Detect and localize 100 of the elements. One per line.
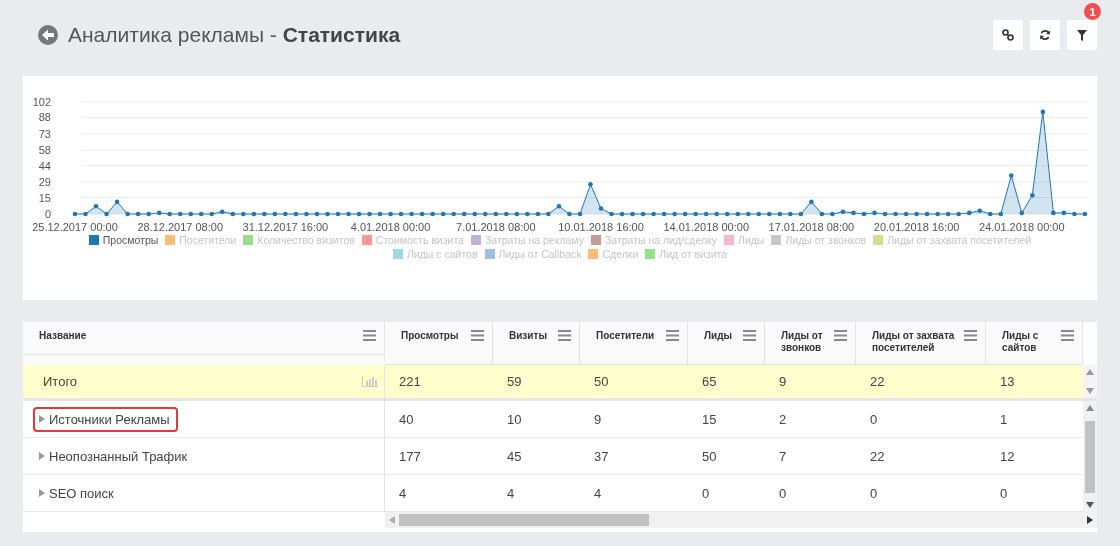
y-tick-label: 44 xyxy=(38,159,51,172)
row-name[interactable]: SEO поиск xyxy=(33,480,122,506)
data-point xyxy=(156,210,162,216)
data-point xyxy=(882,211,888,217)
data-point xyxy=(1061,210,1067,216)
data-point xyxy=(377,211,383,217)
row-name[interactable]: Неопознанный Трафик xyxy=(33,443,196,469)
menu-icon[interactable] xyxy=(834,330,847,341)
data-point xyxy=(924,211,930,217)
data-point xyxy=(956,211,961,217)
filter-icon xyxy=(1077,29,1087,41)
header-cell[interactable]: Лиды xyxy=(688,322,765,365)
scrollbar-thumb[interactable] xyxy=(1085,420,1095,493)
scroll-up-icon[interactable] xyxy=(1086,369,1094,375)
menu-icon[interactable] xyxy=(964,330,977,341)
data-point xyxy=(314,211,320,217)
data-point xyxy=(514,211,520,217)
data-point xyxy=(304,211,309,217)
menu-icon[interactable] xyxy=(743,330,756,341)
menu-icon[interactable] xyxy=(666,330,679,341)
header-cell[interactable]: Лиды с сайтов xyxy=(986,322,1083,365)
data-point xyxy=(1051,210,1056,216)
header-cell[interactable]: Лиды от захвата посетителей xyxy=(856,322,986,365)
expand-icon[interactable] xyxy=(39,415,45,423)
header-cell[interactable]: Лиды от звонков xyxy=(765,322,856,365)
data-point xyxy=(830,211,835,217)
data-point xyxy=(672,211,677,217)
data-point xyxy=(472,211,478,217)
data-point xyxy=(945,211,951,217)
table-cell: 59 xyxy=(493,365,580,401)
filter-button[interactable] xyxy=(1067,20,1097,50)
menu-icon[interactable] xyxy=(1061,330,1074,341)
data-point xyxy=(114,199,120,205)
column-header: Просмотры xyxy=(401,330,459,342)
data-point xyxy=(356,211,362,217)
data-point xyxy=(840,209,846,215)
link-button[interactable] xyxy=(993,20,1023,50)
header-cell[interactable]: Посетители xyxy=(580,322,688,365)
data-point xyxy=(567,211,572,217)
x-tick-label: 17.01.2018 08:00 xyxy=(768,221,855,233)
expand-icon[interactable] xyxy=(39,489,45,497)
expand-icon[interactable] xyxy=(39,452,45,460)
data-point xyxy=(682,211,688,217)
vertical-scrollbar[interactable] xyxy=(1083,401,1097,512)
y-tick-label: 15 xyxy=(38,191,51,204)
data-point xyxy=(272,211,278,217)
x-tick-label: 24.01.2018 00:00 xyxy=(979,221,1065,233)
data-point xyxy=(640,211,646,217)
data-point xyxy=(398,211,404,217)
data-point xyxy=(598,206,604,211)
notification-badge: 1 xyxy=(1084,3,1101,20)
data-point xyxy=(966,210,972,216)
data-point xyxy=(588,182,593,187)
y-tick-label: 0 xyxy=(44,208,51,220)
header-cell[interactable]: Просмотры xyxy=(385,322,493,365)
y-tick-label: 58 xyxy=(38,144,51,157)
x-tick-label: 14.01.2018 00:00 xyxy=(663,221,749,233)
data-point xyxy=(220,209,225,215)
menu-icon[interactable] xyxy=(558,330,571,341)
scroll-up-icon[interactable] xyxy=(1086,405,1094,411)
data-point xyxy=(977,208,982,213)
data-point xyxy=(893,211,898,217)
menu-icon[interactable] xyxy=(363,330,376,341)
header-cell[interactable]: Визиты xyxy=(493,322,580,365)
data-point xyxy=(619,211,625,217)
data-point xyxy=(461,211,467,217)
data-point xyxy=(914,211,919,217)
data-point xyxy=(125,211,130,217)
refresh-icon xyxy=(1039,29,1051,41)
data-point xyxy=(230,211,236,217)
data-point xyxy=(504,211,509,217)
data-point xyxy=(998,211,1004,217)
refresh-button[interactable] xyxy=(1030,20,1060,50)
column-header: Лиды от захвата посетителей xyxy=(872,330,956,354)
x-tick-label: 28.12.2017 08:00 xyxy=(137,221,223,233)
legend-item[interactable]: Просмотры xyxy=(88,234,159,246)
data-point xyxy=(1072,211,1077,217)
scroll-down-icon[interactable] xyxy=(1086,502,1094,508)
data-point xyxy=(251,211,257,217)
scroll-left-icon[interactable] xyxy=(389,516,395,524)
back-icon[interactable] xyxy=(37,24,59,46)
header-cell[interactable]: Название xyxy=(23,322,385,365)
scrollbar-thumb[interactable] xyxy=(399,514,649,526)
data-point xyxy=(209,211,215,217)
horizontal-scrollbar[interactable] xyxy=(385,512,1097,528)
data-point xyxy=(1009,173,1014,178)
x-tick-label: 7.01.2018 08:00 xyxy=(456,221,536,233)
data-point xyxy=(630,211,635,217)
column-header: Лиды с сайтов xyxy=(1002,330,1040,354)
data-point xyxy=(440,211,446,217)
data-point xyxy=(241,211,246,217)
data-point xyxy=(935,211,940,217)
data-point xyxy=(809,199,814,205)
column-header: Название xyxy=(39,330,87,342)
x-tick-label: 25.12.2017 00:00 xyxy=(32,221,118,233)
scroll-arrows[interactable] xyxy=(1083,365,1097,401)
row-name[interactable]: Источники Рекламы xyxy=(33,406,178,432)
scroll-right-icon[interactable] xyxy=(1087,516,1093,524)
data-point xyxy=(609,211,614,217)
menu-icon[interactable] xyxy=(471,330,484,341)
